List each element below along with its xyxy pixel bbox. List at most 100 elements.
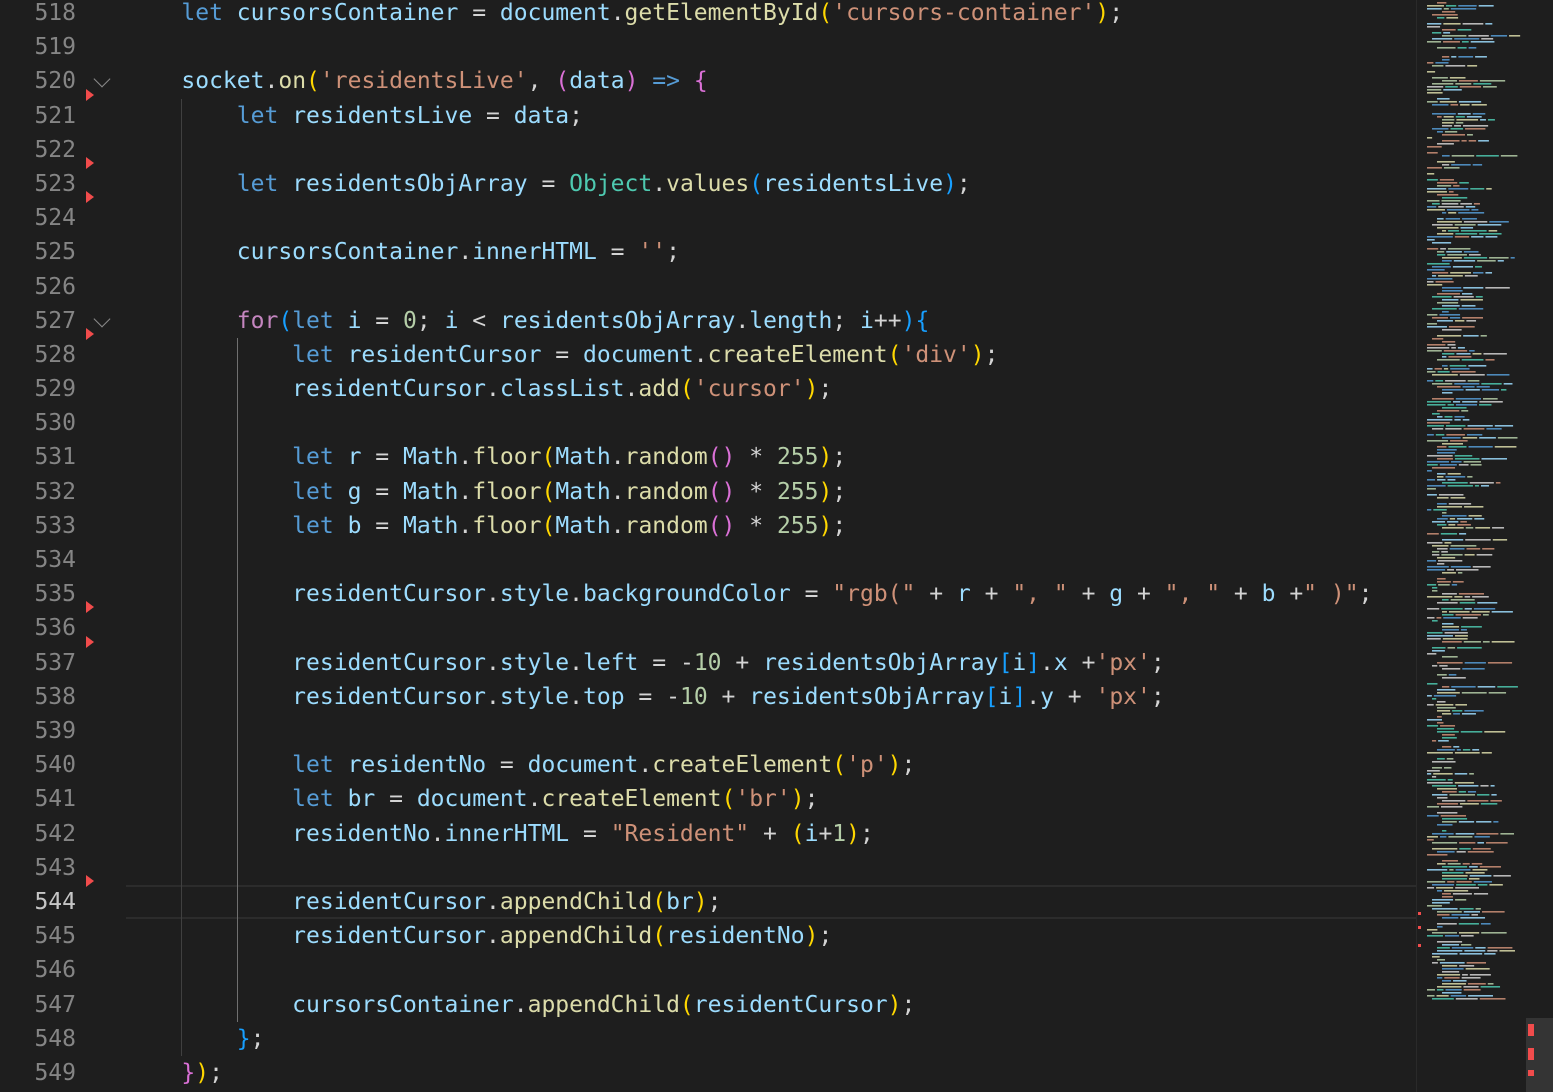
minimap-line xyxy=(1465,527,1474,529)
code-line[interactable] xyxy=(126,406,1416,440)
code-line[interactable]: cursorsContainer.appendChild(residentCur… xyxy=(126,988,1416,1022)
error-triangle-icon[interactable] xyxy=(86,327,94,340)
minimap-line xyxy=(1444,935,1460,937)
code-line[interactable]: let g = Math.floor(Math.random() * 255); xyxy=(126,475,1416,509)
error-triangle-icon[interactable] xyxy=(86,635,94,648)
minimap-line xyxy=(1432,32,1442,34)
error-triangle-icon[interactable] xyxy=(86,601,94,614)
chevron-down-icon[interactable] xyxy=(93,310,111,328)
code-line[interactable]: let b = Math.floor(Math.random() * 255); xyxy=(126,509,1416,543)
minimap-line xyxy=(1427,323,1437,325)
code-token: for xyxy=(236,307,279,334)
minimap-line xyxy=(1480,335,1487,337)
code-line[interactable]: for(let i = 0; i < residentsObjArray.len… xyxy=(126,304,1416,338)
minimap-line xyxy=(1457,29,1472,31)
code-line[interactable]: let r = Math.floor(Math.random() * 255); xyxy=(126,440,1416,474)
line-number: 544 xyxy=(34,888,76,915)
code-line[interactable]: residentCursor.classList.add('cursor'); xyxy=(126,372,1416,406)
minimap-line xyxy=(1453,296,1474,298)
minimap-line xyxy=(1454,782,1474,784)
code-token: i xyxy=(1012,649,1027,676)
code-line[interactable]: residentNo.innerHTML = "Resident" + (i+1… xyxy=(126,817,1416,851)
minimap-line xyxy=(1439,836,1447,838)
minimap-line xyxy=(1467,380,1480,382)
code-token: ; xyxy=(832,512,847,539)
minimap-line xyxy=(1482,614,1489,616)
minimap-line xyxy=(1437,161,1455,163)
minimap-line xyxy=(1482,641,1490,643)
code-line[interactable]: residentCursor.style.backgroundColor = "… xyxy=(126,577,1416,611)
code-token: - xyxy=(679,649,694,676)
code-token: . xyxy=(458,478,473,505)
minimap-line xyxy=(1447,404,1454,406)
code-editor[interactable]: 518 519 520 521 522 523 524 525 526 527 528 529 530 5… xyxy=(0,0,1553,1092)
minimap-line xyxy=(1437,788,1457,790)
code-token: 'br' xyxy=(735,786,791,813)
minimap-line xyxy=(1456,884,1476,886)
code-area[interactable]: let cursorsContainer = document.getEleme… xyxy=(126,0,1416,1092)
code-token: y xyxy=(1040,683,1054,710)
error-triangle-icon[interactable] xyxy=(86,88,94,101)
code-line[interactable] xyxy=(126,201,1416,235)
minimap-line xyxy=(1487,119,1495,121)
code-token: ) xyxy=(887,991,902,1018)
minimap-line xyxy=(1432,554,1440,556)
code-line[interactable]: residentCursor.appendChild(residentNo); xyxy=(126,919,1416,953)
minimap-line xyxy=(1455,122,1464,124)
minimap-line xyxy=(1456,749,1461,751)
minimap-line xyxy=(1462,668,1485,670)
code-line[interactable]: let cursorsContainer = document.getEleme… xyxy=(126,0,1416,30)
code-line[interactable]: residentCursor.appendChild(br); xyxy=(126,884,1416,919)
code-line[interactable] xyxy=(126,30,1416,64)
code-line[interactable] xyxy=(126,953,1416,987)
code-line[interactable]: residentCursor.style.top = -10 + residen… xyxy=(126,680,1416,714)
minimap-line xyxy=(1481,383,1502,385)
minimap-line xyxy=(1460,230,1487,232)
code-token: let xyxy=(292,478,334,505)
code-line[interactable] xyxy=(126,543,1416,577)
code-line[interactable]: }); xyxy=(126,1056,1416,1090)
vertical-scrollbar[interactable] xyxy=(1526,0,1553,1092)
minimap-line xyxy=(1453,260,1476,262)
minimap-line xyxy=(1442,878,1467,880)
code-line[interactable]: let residentCursor = document.createElem… xyxy=(126,338,1416,372)
chevron-down-icon[interactable] xyxy=(93,70,111,88)
minimap-line xyxy=(1455,398,1481,400)
code-line[interactable]: residentCursor.style.left = -10 + reside… xyxy=(126,646,1416,680)
minimap-line xyxy=(1472,164,1483,166)
line-number: 532 xyxy=(34,478,76,505)
code-line[interactable]: cursorsContainer.innerHTML = ''; xyxy=(126,235,1416,269)
code-line[interactable]: socket.on('residentsLive', (data) => { xyxy=(126,64,1416,98)
minimap-line xyxy=(1427,314,1438,316)
code-token: . xyxy=(1040,649,1054,676)
minimap-line xyxy=(1450,995,1467,997)
minimap-line xyxy=(1458,5,1477,7)
error-triangle-icon[interactable] xyxy=(86,191,94,204)
error-triangle-icon[interactable] xyxy=(86,874,94,887)
minimap-line xyxy=(1442,365,1448,367)
minimap-line xyxy=(1432,296,1452,298)
code-token: createElement xyxy=(541,786,722,813)
minimap-line xyxy=(1427,455,1453,457)
minimap-line xyxy=(1467,476,1473,478)
minimap-line xyxy=(1432,383,1453,385)
minimap-line xyxy=(1459,842,1476,844)
code-line[interactable] xyxy=(126,270,1416,304)
code-line[interactable]: let residentNo = document.createElement(… xyxy=(126,748,1416,782)
code-line[interactable] xyxy=(126,851,1416,885)
line-number: 543 xyxy=(34,854,76,881)
code-line[interactable] xyxy=(126,714,1416,748)
code-token: Math xyxy=(402,444,459,471)
code-line[interactable]: let residentsObjArray = Object.values(re… xyxy=(126,167,1416,201)
code-line[interactable]: let residentsLive = data; xyxy=(126,99,1416,133)
line-number: 548 xyxy=(34,1025,76,1052)
minimap-line xyxy=(1491,641,1515,643)
minimap[interactable] xyxy=(1416,0,1527,1092)
code-line[interactable] xyxy=(126,133,1416,167)
code-line[interactable] xyxy=(126,611,1416,645)
code-line[interactable]: }; xyxy=(126,1022,1416,1056)
minimap-line xyxy=(1466,116,1482,118)
code-line[interactable]: let br = document.createElement('br'); xyxy=(126,782,1416,816)
error-triangle-icon[interactable] xyxy=(86,156,94,169)
